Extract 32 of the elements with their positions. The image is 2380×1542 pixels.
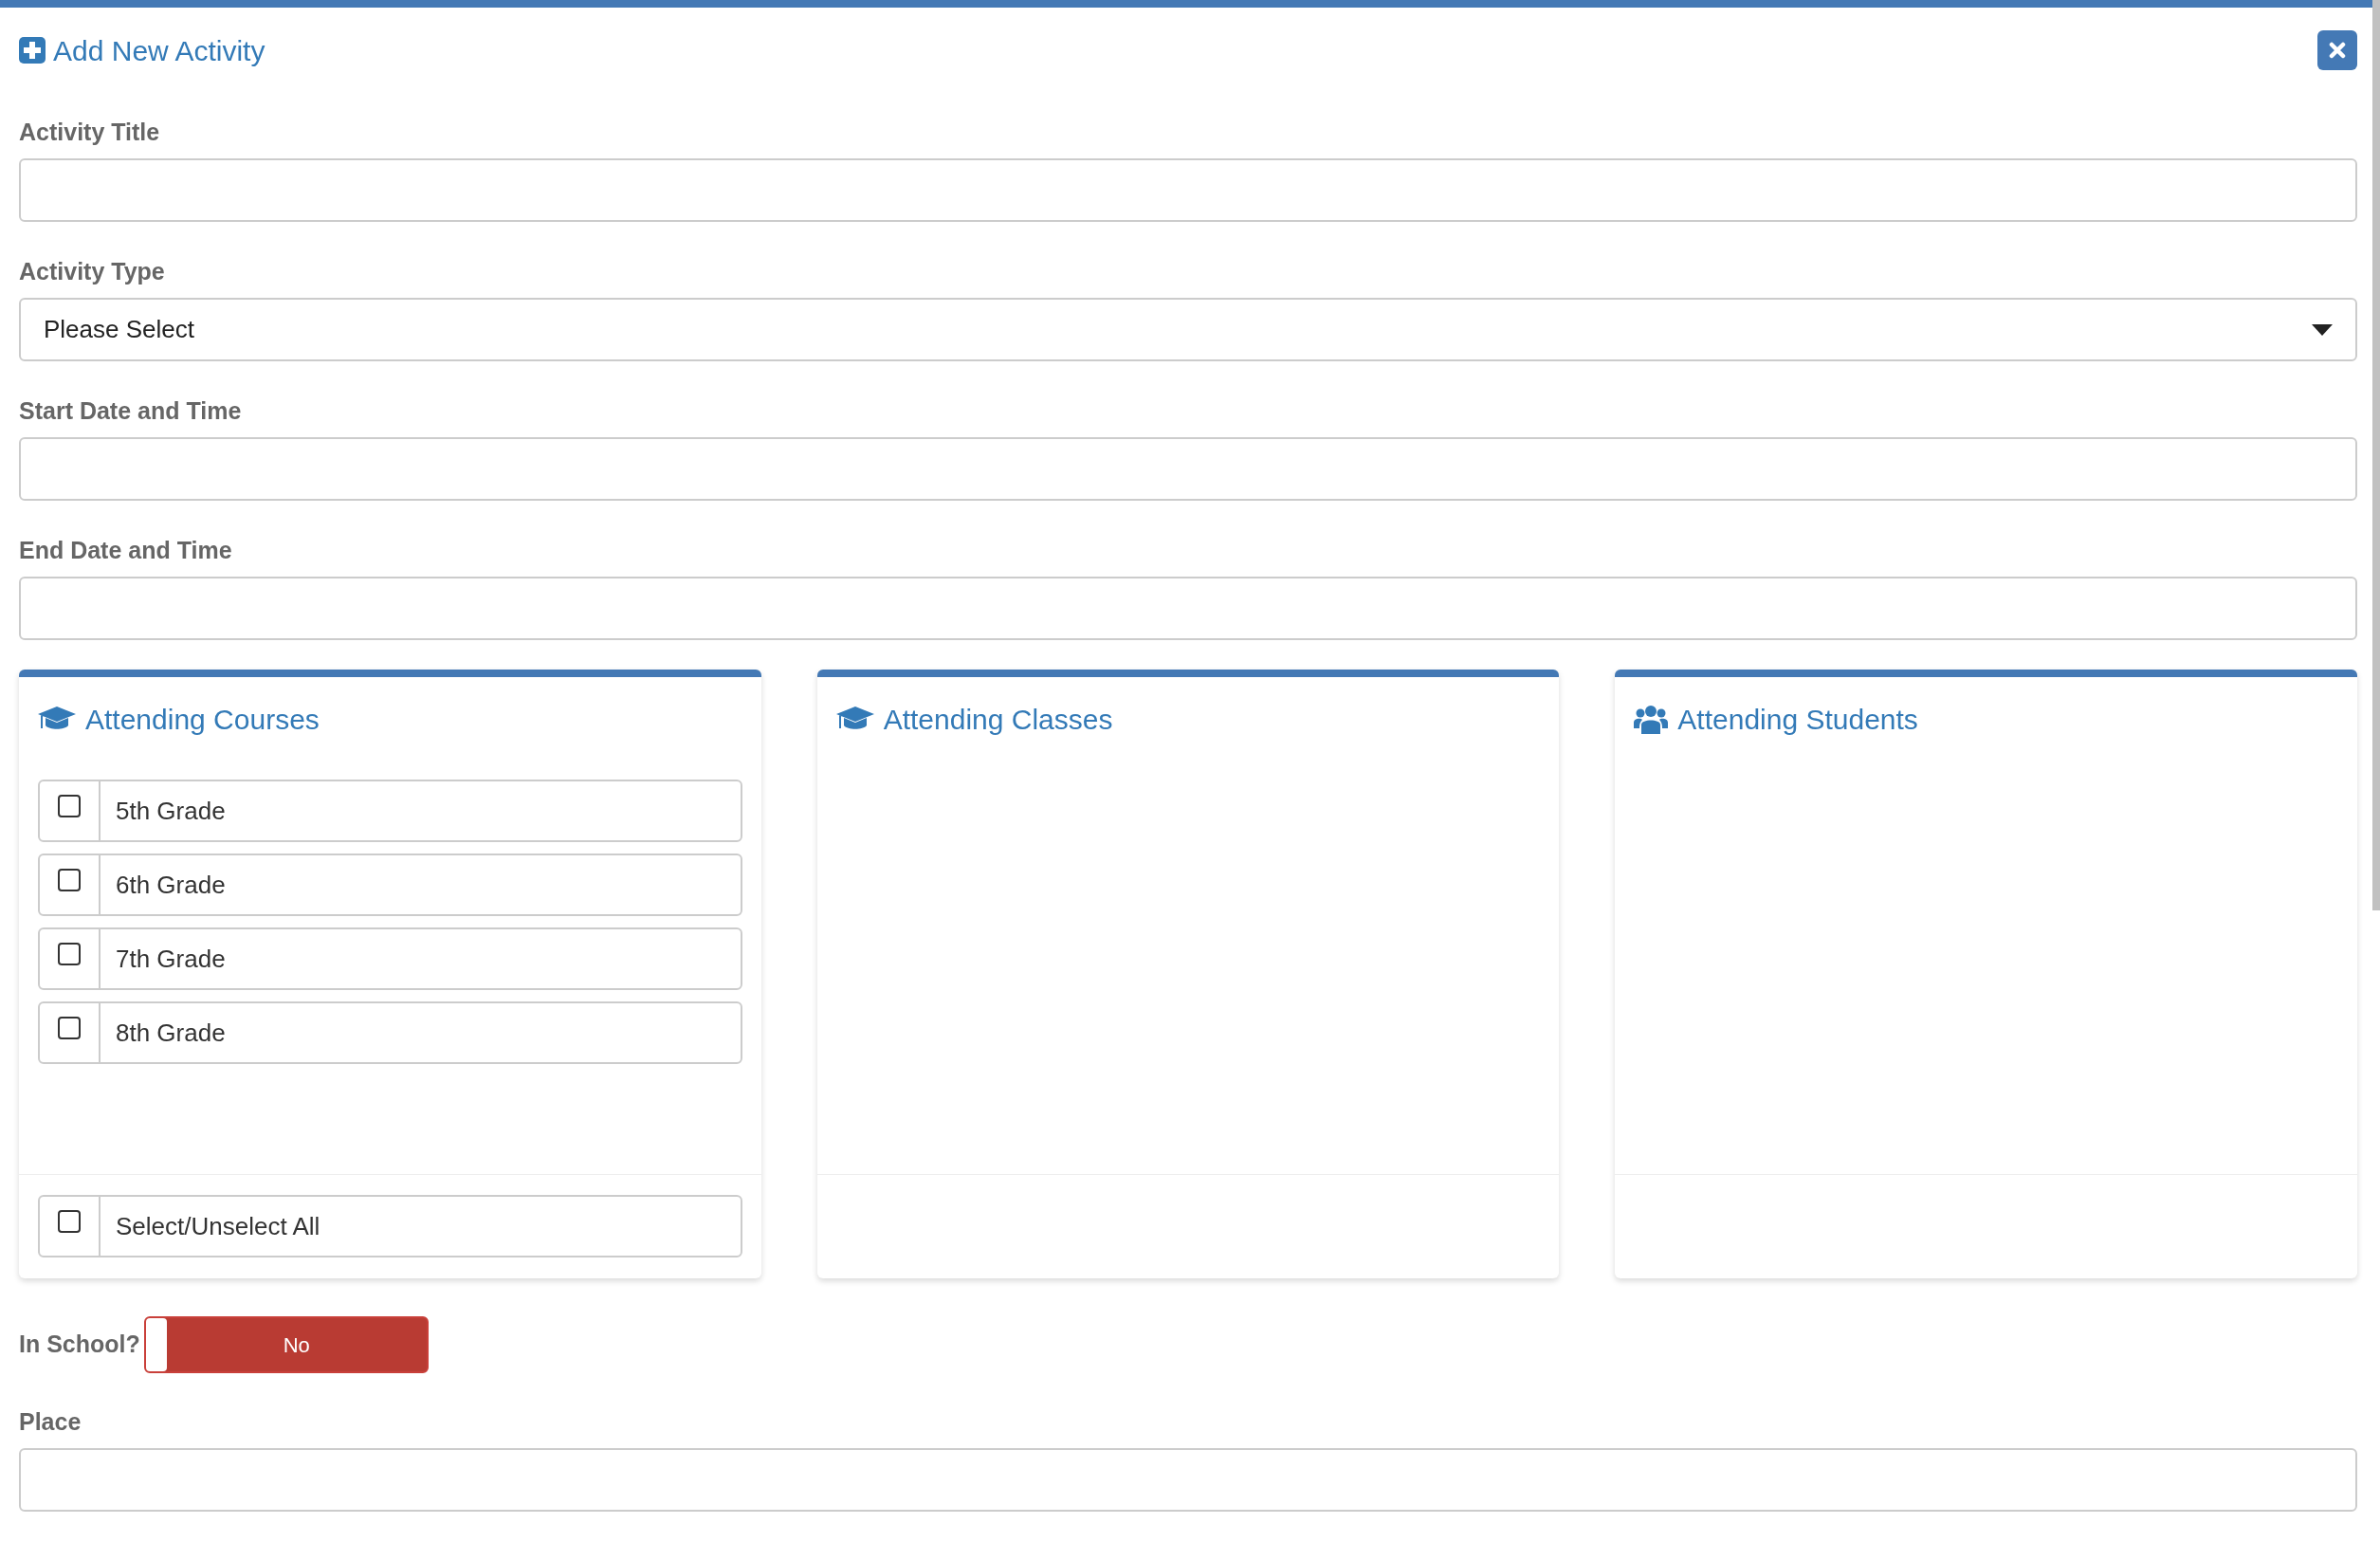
text-input[interactable] <box>19 577 2357 640</box>
scrollbar[interactable] <box>2372 0 2380 910</box>
select-dropdown[interactable]: Please Select <box>19 298 2357 361</box>
panel-title: Attending Courses <box>85 702 320 737</box>
dialog-title: Add New Activity <box>53 33 265 68</box>
panel-title: Attending Classes <box>883 702 1113 737</box>
close-icon <box>2329 42 2346 59</box>
toggle-switch[interactable]: No <box>143 1316 429 1373</box>
checkbox-row[interactable]: 7th Grade <box>38 927 742 990</box>
field-label: Activity Type <box>19 257 165 285</box>
checkbox-row[interactable]: 5th Grade <box>38 780 742 842</box>
checkbox[interactable] <box>58 869 81 891</box>
plus-square-icon <box>19 37 46 64</box>
field-label: Activity Title <box>19 118 160 146</box>
field-label: Place <box>19 1407 82 1436</box>
field-label: End Date and Time <box>19 536 232 564</box>
checkbox[interactable] <box>58 795 81 817</box>
text-input[interactable] <box>19 437 2357 501</box>
text-input[interactable] <box>19 158 2357 222</box>
checkbox[interactable] <box>58 1210 81 1233</box>
checkbox-row[interactable]: 8th Grade <box>38 1001 742 1064</box>
checkbox[interactable] <box>58 943 81 965</box>
checkbox-row[interactable]: Select/Unselect All <box>38 1195 742 1257</box>
close-button[interactable] <box>2317 30 2357 70</box>
caret-icon <box>2312 323 2333 336</box>
text-input[interactable] <box>19 1448 2357 1512</box>
toggle-label: In School? <box>19 1330 140 1360</box>
checkbox[interactable] <box>58 1017 81 1039</box>
checkbox-row[interactable]: 6th Grade <box>38 854 742 916</box>
field-label: Start Date and Time <box>19 396 242 425</box>
users-icon <box>1634 704 1669 734</box>
panel-title: Attending Students <box>1677 702 1918 737</box>
